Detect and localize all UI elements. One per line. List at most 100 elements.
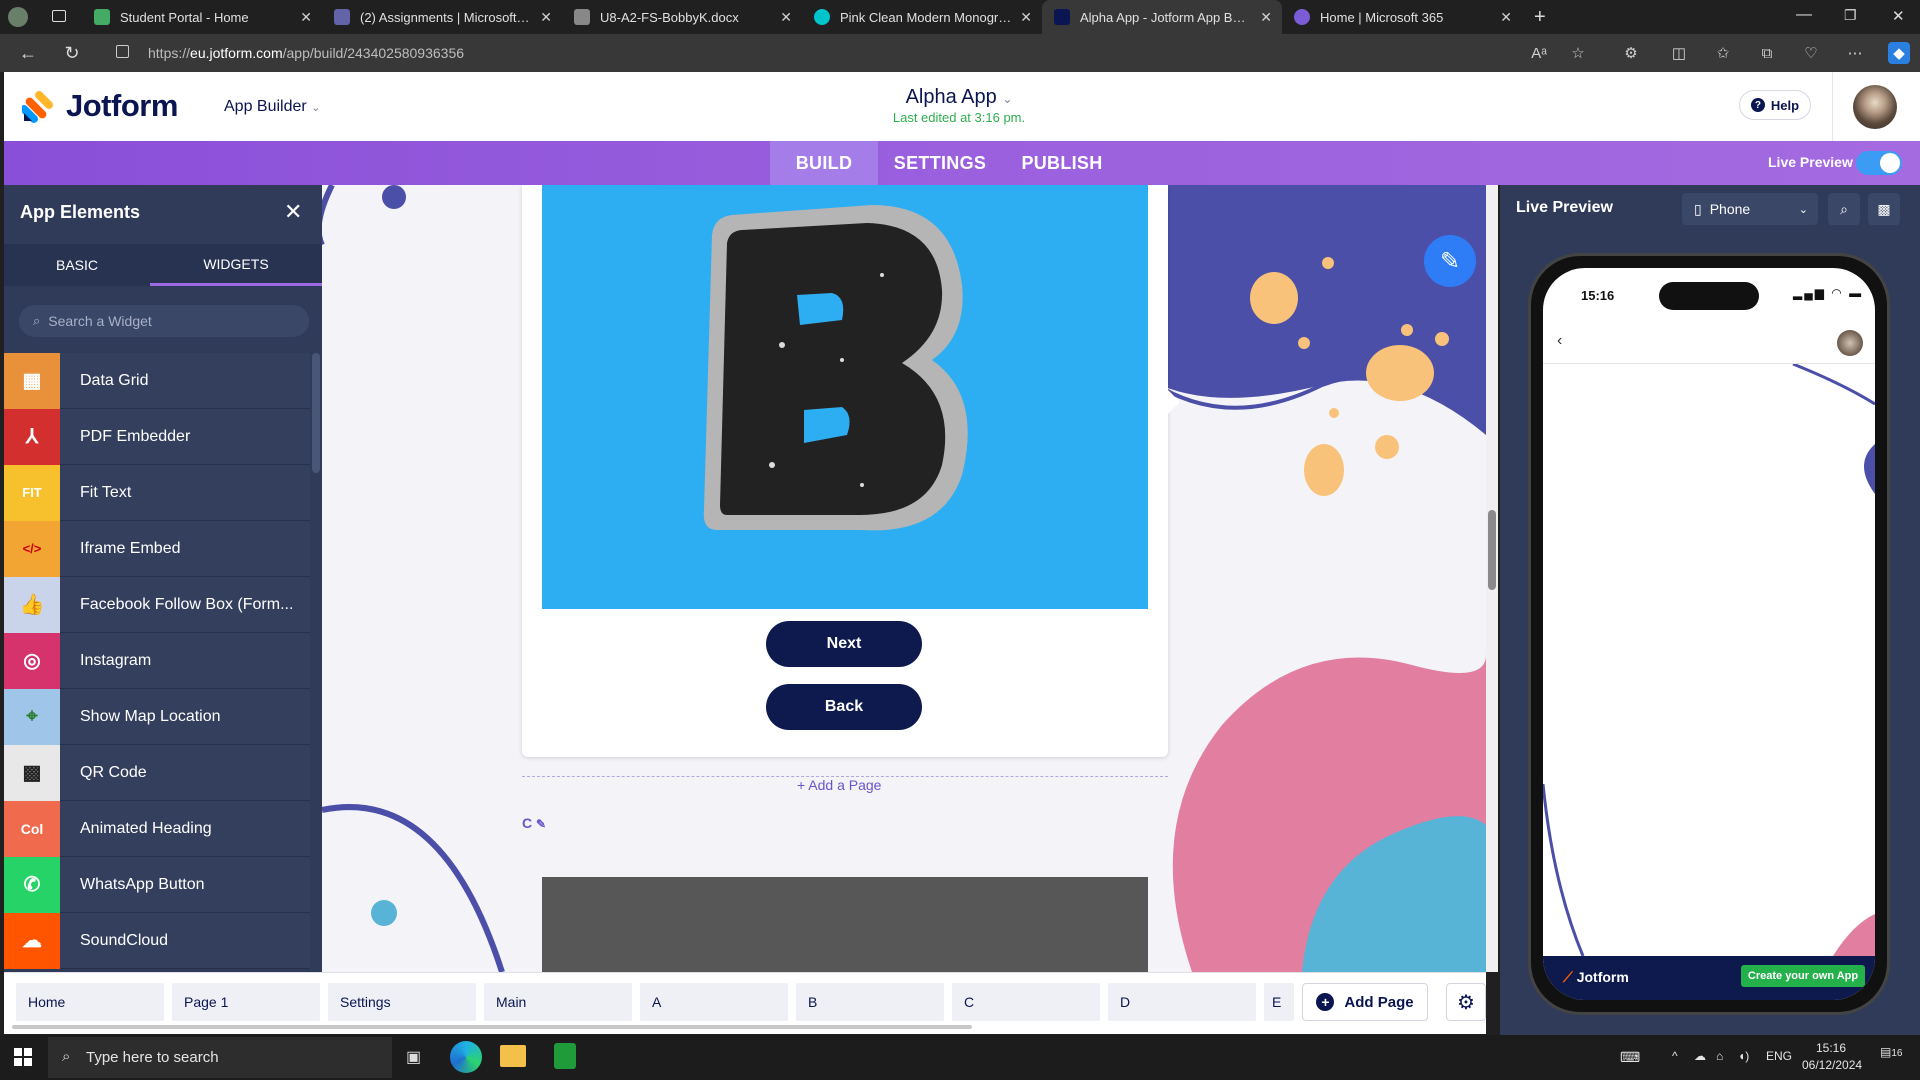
list-item[interactable]: ✆ WhatsApp Button [4,856,310,913]
list-item[interactable]: ▩ QR Code [4,744,310,801]
browser-tab-active[interactable]: Alpha App - Jotform App Builder ✕ [1042,0,1282,34]
new-tab-icon[interactable]: + [1534,6,1546,29]
tab-actions-icon[interactable] [52,10,66,22]
copilot-icon[interactable]: ◆ [1888,42,1910,64]
tray-chevron-icon[interactable]: ^ [1672,1049,1678,1063]
page-tab[interactable]: C [952,983,1100,1021]
page-tab[interactable]: Settings [328,983,476,1021]
read-aloud-icon[interactable]: Aᵃ [1528,42,1550,64]
list-item[interactable]: FIT Fit Text [4,464,310,521]
refresh-icon[interactable]: ↻ [60,41,84,65]
windows-start-icon[interactable] [14,1048,32,1066]
browser-tab[interactable]: Student Portal - Home ✕ [82,0,322,34]
task-view-icon[interactable]: ▣ [406,1047,421,1067]
close-icon[interactable]: ✕ [1500,9,1512,26]
back-icon[interactable]: ← [16,41,40,65]
page-tab[interactable]: B [796,983,944,1021]
close-icon[interactable]: ✕ [284,199,302,225]
lock-icon [116,45,129,58]
close-icon[interactable]: ✕ [540,9,552,26]
notification-center[interactable]: ▤16 [1880,1045,1902,1059]
scrollbar-thumb[interactable] [1488,510,1496,590]
taskbar-search-input[interactable]: ⌕ Type here to search [48,1037,392,1078]
browser-essentials-icon[interactable]: ♡ [1800,42,1822,64]
footer-brand: ⟋ Jotform [1563,969,1629,986]
close-icon[interactable]: ✕ [1260,9,1272,26]
list-item[interactable]: ☁ SoundCloud [4,912,310,969]
window-close-icon[interactable]: ✕ [1892,7,1905,25]
next-button[interactable]: Next [766,621,922,667]
page-tab[interactable]: Main [484,983,632,1021]
browser-tab[interactable]: (2) Assignments | Microsoft Teams ✕ [322,0,562,34]
app-icon[interactable] [554,1043,576,1069]
zoom-icon[interactable]: ⌕ [1828,193,1860,225]
widget-search-input[interactable]: ⌕ Search a Widget [19,305,309,337]
add-a-page-link[interactable]: + Add a Page [787,777,892,793]
gear-icon[interactable]: ⚙ [1446,983,1486,1021]
panel-scrollbar[interactable] [312,353,320,473]
clock[interactable]: 15:16 06/12/2024 [1802,1041,1862,1072]
network-icon[interactable]: ⌂ [1716,1049,1723,1063]
favorite-star-icon[interactable]: ☆ [1567,42,1589,64]
language-indicator[interactable]: ENG [1766,1049,1792,1063]
canvas-scrollbar[interactable] [1486,185,1498,972]
back-arrow-icon[interactable]: ‹ [1557,332,1562,350]
live-preview-label: Live Preview [1768,154,1853,170]
designer-brush-button[interactable]: ✎ [1424,235,1476,287]
edge-icon[interactable] [450,1041,482,1073]
monogram-image[interactable] [542,185,1148,609]
minimize-icon[interactable]: — [1796,6,1812,24]
close-icon[interactable]: ✕ [780,9,792,26]
page-tab[interactable]: E [1264,983,1294,1021]
live-preview-toggle[interactable] [1856,151,1902,175]
add-page-button[interactable]: + Add Page [1302,983,1428,1021]
tab-widgets[interactable]: WIDGETS [150,244,322,286]
extensions-icon[interactable]: ⚙ [1620,42,1642,64]
list-item[interactable]: 👍 Facebook Follow Box (Form... [4,576,310,633]
avatar[interactable] [1853,85,1897,129]
edit-icon[interactable]: ✎ [536,817,546,831]
create-app-button[interactable]: Create your own App [1741,965,1865,987]
page-label[interactable]: C ✎ [522,815,546,831]
page-tab[interactable]: Home [16,983,164,1021]
page-tab[interactable]: Page 1 [172,983,320,1021]
profile-icon[interactable] [8,7,28,27]
help-label: Help [1770,97,1800,113]
favorites-icon[interactable]: ✩ [1712,42,1734,64]
page-tab[interactable]: D [1108,983,1256,1021]
phone-footer: ⟋ Jotform Create your own App [1543,956,1875,1000]
tab-settings[interactable]: SETTINGS [882,141,998,185]
browser-tab[interactable]: Pink Clean Modern Monogram Ini ✕ [802,0,1042,34]
avatar[interactable] [1837,330,1863,356]
more-menu-icon[interactable]: ⋯ [1844,42,1866,64]
back-button[interactable]: Back [766,684,922,730]
keyboard-icon[interactable]: ⌨ [1620,1049,1640,1066]
volume-icon[interactable]: ◖) [1738,1049,1749,1063]
list-item[interactable]: </> Iframe Embed [4,520,310,577]
next-page-preview[interactable] [542,877,1148,972]
browser-tab[interactable]: U8-A2-FS-BobbyK.docx ✕ [562,0,802,34]
page-tab[interactable]: A [640,983,788,1021]
list-item[interactable]: ⅄ PDF Embedder [4,408,310,465]
close-icon[interactable]: ✕ [1020,9,1032,26]
tab-basic[interactable]: BASIC [4,244,150,286]
tab-publish[interactable]: PUBLISH [1004,141,1120,185]
list-item[interactable]: Col Animated Heading [4,800,310,857]
horizontal-scrollbar[interactable] [12,1025,972,1029]
app-title[interactable]: Alpha App ⌄ [4,86,1914,109]
split-screen-icon[interactable]: ◫ [1668,42,1690,64]
help-button[interactable]: ? Help [1739,90,1811,120]
browser-tab[interactable]: Home | Microsoft 365 ✕ [1282,0,1522,34]
onedrive-icon[interactable]: ☁ [1694,1049,1706,1063]
qr-code-icon[interactable]: ▩ [1868,193,1900,225]
file-explorer-icon[interactable] [500,1045,526,1067]
url-field[interactable]: https://eu.jotform.com/app/build/2434025… [110,38,1590,68]
collections-icon[interactable]: ⧉ [1756,42,1778,64]
tab-build[interactable]: BUILD [770,141,878,185]
list-item[interactable]: ▦ Data Grid [4,352,310,409]
device-select[interactable]: ▯ Phone ⌄ [1682,193,1818,225]
list-item[interactable]: ◎ Instagram [4,632,310,689]
list-item[interactable]: ⌖ Show Map Location [4,688,310,745]
restore-icon[interactable]: ❐ [1844,7,1857,24]
close-icon[interactable]: ✕ [300,9,312,26]
